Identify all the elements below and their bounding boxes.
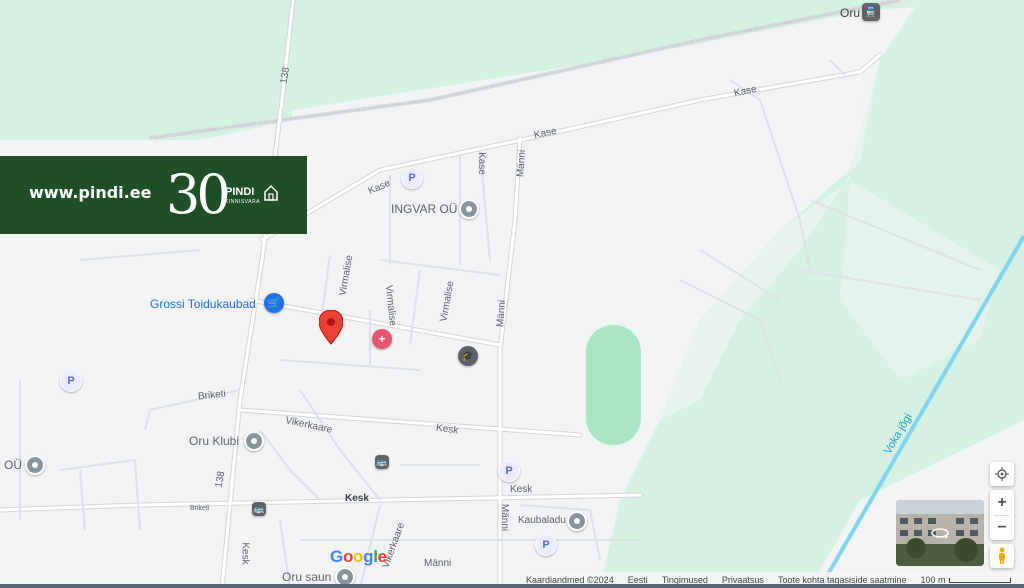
- parking-icon-south[interactable]: P: [535, 534, 557, 556]
- green-area-northwest: [0, 0, 292, 140]
- map-canvas[interactable]: [0, 0, 1024, 588]
- road-label-briketi-2: Briketi: [190, 505, 210, 512]
- poi-label-ou-left[interactable]: OÜ: [4, 458, 22, 472]
- poi-label-grossi[interactable]: Grossi Toidukaubad: [150, 297, 256, 311]
- banner-url[interactable]: www.pindi.ee: [29, 183, 151, 202]
- road-label-kesk-3: Kesk: [510, 484, 533, 495]
- zoom-controls: + −: [990, 490, 1014, 540]
- road-label-kesk-4: Kesk: [239, 542, 251, 565]
- zoom-in-button[interactable]: +: [997, 491, 1006, 515]
- bottom-edge-bar: [0, 584, 1024, 588]
- ingvar-place-icon[interactable]: [459, 199, 479, 219]
- train-station-icon[interactable]: 🚆: [862, 3, 880, 21]
- bus-stop-icon-2[interactable]: 🚌: [252, 502, 266, 516]
- parking-icon-east[interactable]: P: [498, 460, 520, 482]
- scale-line: [948, 577, 1011, 583]
- location-marker-icon[interactable]: [319, 310, 343, 346]
- banner-anniversary-number: 30: [166, 163, 231, 226]
- my-location-button[interactable]: [990, 462, 1014, 486]
- poi-label-oru-station[interactable]: Oru: [840, 6, 860, 20]
- poi-label-kaubaladu[interactable]: Kaubaladu: [518, 515, 566, 526]
- poi-label-oru-saun[interactable]: Oru saun: [282, 570, 331, 584]
- poi-label-oru-klubi[interactable]: Oru Klubi: [189, 434, 239, 448]
- pegman-icon: [999, 547, 1005, 564]
- street-view-pegman-button[interactable]: [990, 544, 1014, 568]
- parking-icon-west[interactable]: P: [60, 370, 82, 392]
- road-label-manni-bottom: Männi: [499, 503, 511, 532]
- pindi-banner[interactable]: www.pindi.ee 30 PINDI KINNISVARA: [0, 156, 307, 234]
- poi-label-ingvar[interactable]: INGVAR OÜ: [391, 202, 457, 216]
- rotate-360-icon: [931, 528, 949, 539]
- shopping-cart-icon[interactable]: 🛒: [264, 293, 284, 313]
- road-label-kase-vertical: Kase: [475, 152, 487, 175]
- bus-stop-icon[interactable]: 🚌: [375, 455, 389, 469]
- banner-brand-sub: KINNISVARA: [225, 199, 260, 205]
- stadium-field: [586, 325, 641, 445]
- road-label-kesk-2: Kesk: [345, 493, 369, 504]
- kaubaladu-place-icon[interactable]: [567, 511, 587, 531]
- zoom-out-button[interactable]: −: [997, 516, 1006, 540]
- ou-place-icon[interactable]: [25, 455, 45, 475]
- school-icon[interactable]: 🎓: [458, 346, 478, 366]
- oru-klubi-place-icon[interactable]: [244, 431, 264, 451]
- house-icon: [264, 184, 278, 201]
- crosshair-icon: [995, 467, 1009, 481]
- road-label-manni-top: Männi: [515, 149, 529, 178]
- road-label-manni-south: Männi: [424, 558, 452, 569]
- parking-icon[interactable]: P: [401, 167, 423, 189]
- street-view-thumbnail[interactable]: [896, 500, 984, 566]
- google-logo: Google: [330, 547, 387, 566]
- road-label-manni-mid: Männi: [495, 299, 509, 328]
- banner-brand: PINDI: [225, 186, 255, 198]
- hospital-icon[interactable]: +: [372, 329, 392, 349]
